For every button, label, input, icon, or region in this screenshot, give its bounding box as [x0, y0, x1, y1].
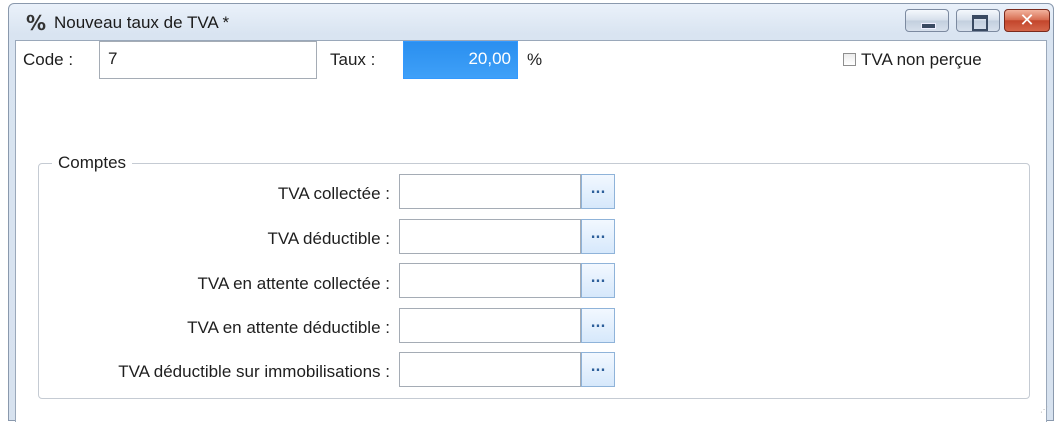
resize-grip-icon[interactable]: ⋰ — [1040, 405, 1050, 415]
tva-deductible-label: TVA déductible : — [267, 229, 390, 248]
tva-deductible-input[interactable] — [399, 219, 581, 254]
tva-deductible-immobilisations-label: TVA déductible sur immobilisations : — [118, 362, 390, 381]
tva-attente-deductible-browse-button[interactable]: ... — [581, 308, 615, 343]
close-button[interactable]: ✕ — [1004, 9, 1050, 32]
percent-icon: % — [25, 11, 47, 35]
tva-non-percue-label[interactable]: TVA non perçue — [861, 50, 982, 70]
code-input[interactable]: 7 — [99, 41, 317, 79]
taux-label: Taux : — [330, 50, 376, 69]
screen: % Nouveau taux de TVA * ✕ Code : 7 Taux … — [0, 0, 1056, 422]
tva-collectee-browse-button[interactable]: ... — [581, 174, 615, 209]
tva-collectee-input[interactable] — [399, 174, 581, 209]
title-bar[interactable]: % Nouveau taux de TVA * ✕ — [9, 4, 1053, 40]
tva-deductible-immobilisations-browse-button[interactable]: ... — [581, 352, 615, 387]
percent-symbol: % — [527, 50, 543, 69]
tva-attente-deductible-label: TVA en attente déductible : — [187, 318, 390, 337]
tva-attente-collectee-label: TVA en attente collectée : — [197, 274, 390, 293]
window-title: Nouveau taux de TVA * — [54, 13, 230, 32]
code-label: Code : — [23, 50, 74, 69]
comptes-group-title: Comptes — [52, 153, 133, 173]
tva-deductible-immobilisations-input[interactable] — [399, 352, 581, 387]
tva-attente-collectee-browse-button[interactable]: ... — [581, 263, 615, 298]
minimize-icon — [921, 23, 936, 29]
tva-non-percue-checkbox[interactable] — [843, 53, 856, 66]
tva-deductible-browse-button[interactable]: ... — [581, 219, 615, 254]
maximize-button[interactable] — [956, 9, 1000, 32]
tva-collectee-label: TVA collectée : — [277, 184, 390, 203]
close-icon: ✕ — [1019, 10, 1035, 31]
tva-attente-deductible-input[interactable] — [399, 308, 581, 343]
maximize-icon — [972, 15, 988, 31]
taux-input[interactable]: 20,00 — [403, 41, 518, 79]
tva-attente-collectee-input[interactable] — [399, 263, 581, 298]
minimize-button[interactable] — [905, 9, 949, 32]
